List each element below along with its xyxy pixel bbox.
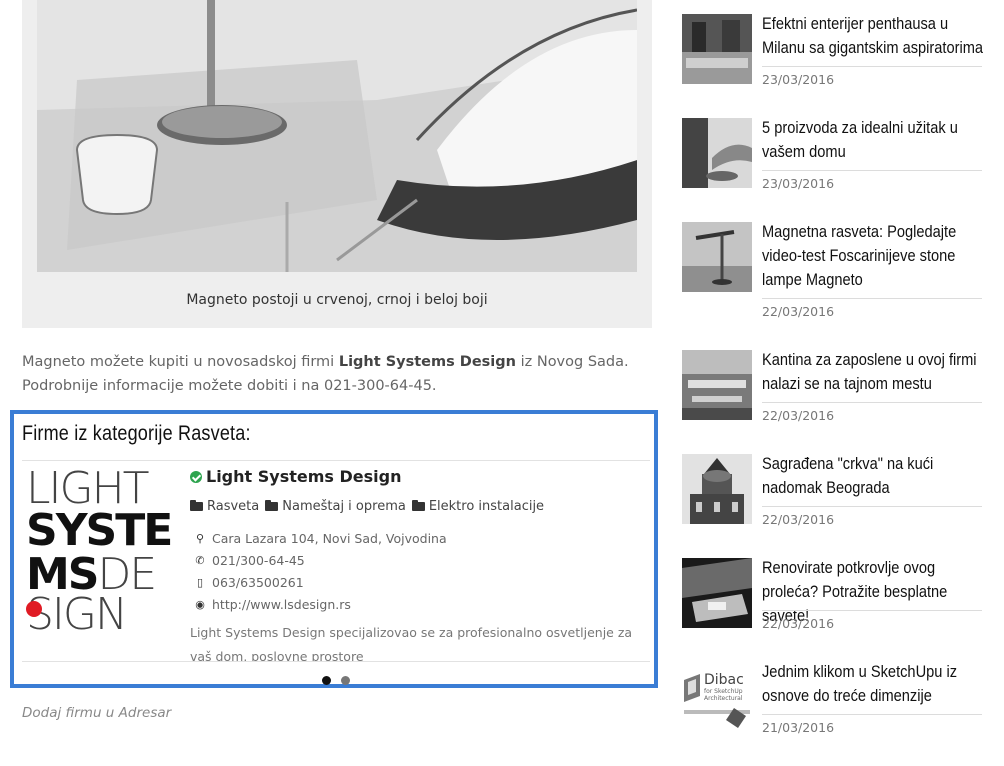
firm-logo[interactable]: LIGHT SYSTE MSDE SIGN	[26, 465, 176, 641]
carousel-dot-2[interactable]	[341, 676, 350, 685]
sidebar-post[interactable]: 5 proizvoda za idealni užitak u vašem do…	[682, 118, 982, 222]
firm-phone: ✆ 021/300-64-45	[194, 553, 305, 568]
divider	[762, 298, 982, 299]
post-title[interactable]: Sagrađena "crkva" na kući nadomak Beogra…	[762, 452, 984, 500]
folder-open-icon	[190, 500, 203, 511]
post-date: 21/03/2016	[762, 720, 835, 735]
firm-card[interactable]: LIGHT SYSTE MSDE SIGN Light Systems Desi…	[22, 460, 650, 662]
post-date: 23/03/2016	[762, 72, 835, 87]
firm-section-title: Firme iz kategorije Rasveta:	[22, 422, 251, 445]
sidebar-post[interactable]: Magnetna rasveta: Pogledajte video-test …	[682, 222, 982, 326]
post-thumbnail[interactable]	[682, 558, 752, 628]
firm-address: ⚲ Cara Lazara 104, Novi Sad, Vojvodina	[194, 531, 447, 546]
website-link[interactable]: http://www.lsdesign.rs	[212, 597, 351, 612]
post-date: 22/03/2016	[762, 512, 835, 527]
category-link[interactable]: Rasveta	[190, 499, 259, 514]
logo-red-dot	[26, 601, 42, 617]
post-title[interactable]: Jednim klikom u SketchUpu iz osnove do t…	[762, 660, 984, 708]
logo-line-2: SYSTE	[26, 505, 173, 556]
folder-open-icon	[265, 500, 279, 511]
post-title[interactable]: Magnetna rasveta: Pogledajte video-test …	[762, 220, 984, 292]
article-figure: Magneto postoji u crvenoj, crnoj i beloj…	[22, 0, 652, 328]
thumb-image	[682, 350, 752, 420]
divider	[762, 506, 982, 507]
divider	[762, 402, 982, 403]
address-text: Cara Lazara 104, Novi Sad, Vojvodina	[212, 531, 447, 546]
thumb-image	[682, 14, 752, 84]
phone-text: 021/300-64-45	[212, 553, 305, 568]
divider	[762, 66, 982, 67]
folder-open-icon	[411, 500, 425, 511]
category-label: Nameštaj i oprema	[282, 499, 406, 514]
phone-icon: ✆	[195, 554, 205, 567]
post-title[interactable]: Kantina za zaposlene u ovoj firmi nalazi…	[762, 348, 984, 396]
thumb-image	[682, 222, 752, 292]
category-link[interactable]: Elektro instalacije	[411, 499, 545, 514]
add-firm-link[interactable]: Dodaj firmu u Adresar	[22, 705, 171, 721]
carousel-pagination	[322, 676, 350, 685]
thumb-image	[682, 558, 752, 628]
thumb-sub-2: Architectural	[704, 695, 743, 702]
firm-website[interactable]: ◉ http://www.lsdesign.rs	[194, 597, 351, 612]
post-thumbnail[interactable]	[682, 222, 752, 292]
firm-description: Light Systems Design specijalizovao se z…	[190, 625, 633, 662]
post-thumbnail[interactable]: Dibac for SketchUp Architectural	[682, 662, 752, 732]
firm-category-widget: Firme iz kategorije Rasveta: LIGHT SYSTE…	[10, 410, 658, 688]
post-thumbnail[interactable]	[682, 118, 752, 188]
thumb-sub-1: for SketchUp	[704, 688, 743, 695]
sidebar-post[interactable]: Dibac for SketchUp Architectural Jednim …	[682, 662, 982, 766]
category-label: Rasveta	[207, 499, 260, 514]
thumb-brand: Dibac	[704, 672, 744, 688]
mobile-text: 063/63500261	[212, 575, 304, 590]
post-thumbnail[interactable]	[682, 454, 752, 524]
mobile-icon: ▯	[196, 576, 204, 589]
sidebar-post[interactable]: Renovirate potkrovlje ovog proleća? Potr…	[682, 558, 982, 662]
verified-check-icon	[190, 470, 202, 483]
post-thumbnail[interactable]	[682, 14, 752, 84]
globe-icon: ◉	[195, 598, 205, 611]
lamp-photo	[37, 0, 637, 272]
sidebar-post[interactable]: Sagrađena "crkva" na kući nadomak Beogra…	[682, 454, 982, 558]
intro-company-link[interactable]: Light Systems Design	[339, 354, 516, 370]
post-date: 22/03/2016	[762, 304, 835, 319]
category-link[interactable]: Nameštaj i oprema	[265, 499, 406, 514]
post-thumbnail[interactable]	[682, 350, 752, 420]
divider	[762, 170, 982, 171]
thumb-image: Dibac for SketchUp Architectural	[682, 662, 752, 732]
logo-line-4: SIGN	[26, 589, 128, 640]
post-date: 23/03/2016	[762, 176, 835, 191]
post-date: 22/03/2016	[762, 408, 835, 423]
thumb-image	[682, 454, 752, 524]
post-title[interactable]: Efektni enterijer penthausa u Milanu sa …	[762, 12, 984, 60]
post-title[interactable]: 5 proizvoda za idealni užitak u vašem do…	[762, 116, 984, 164]
firm-name: Light Systems Design	[206, 467, 402, 486]
intro-text-before: Magneto možete kupiti u novosadskoj firm…	[22, 354, 339, 370]
sidebar-post[interactable]: Efektni enterijer penthausa u Milanu sa …	[682, 12, 984, 118]
firm-mobile: ▯ 063/63500261	[194, 575, 304, 590]
map-marker-icon: ⚲	[195, 532, 205, 545]
post-date: 22/03/2016	[762, 616, 835, 631]
firm-categories: Rasveta Nameštaj i oprema Elektro instal…	[190, 499, 544, 514]
image-caption: Magneto postoji u crvenoj, crnoj i beloj…	[186, 292, 488, 308]
divider	[762, 714, 982, 715]
carousel-dot-1[interactable]	[322, 676, 331, 685]
divider	[762, 610, 982, 611]
sidebar-post[interactable]: Kantina za zaposlene u ovoj firmi nalazi…	[682, 350, 982, 454]
thumb-image	[682, 118, 752, 188]
firm-name-link[interactable]: Light Systems Design	[190, 467, 401, 486]
article-paragraph: Magneto možete kupiti u novosadskoj firm…	[22, 350, 642, 398]
article-image[interactable]	[37, 0, 637, 272]
category-label: Elektro instalacije	[428, 499, 545, 514]
